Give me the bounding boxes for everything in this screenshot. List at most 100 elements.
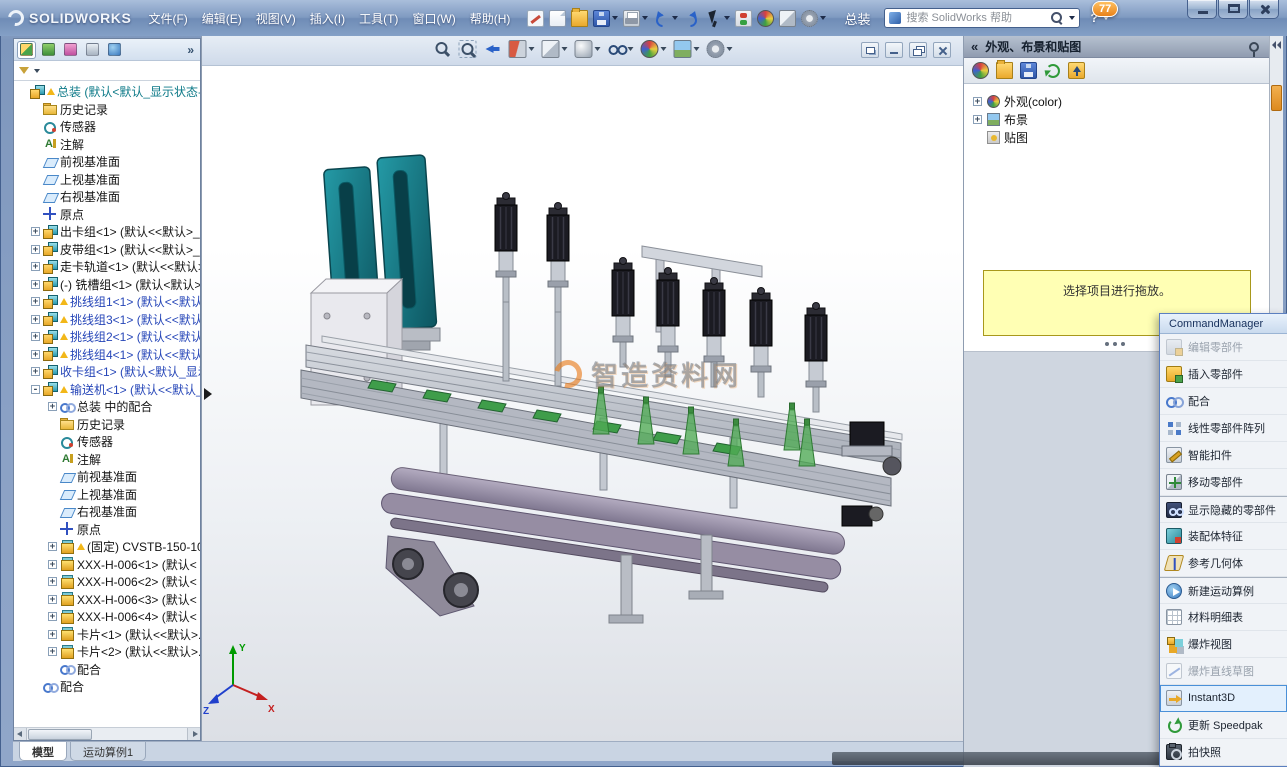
doc-minimize-icon[interactable] <box>885 42 903 58</box>
tree-item[interactable]: 原点 <box>14 206 200 224</box>
headsup-button[interactable] <box>706 40 732 58</box>
tree-item[interactable]: + 总装 中的配合 <box>14 398 200 416</box>
dropdown-caret-icon[interactable] <box>612 16 618 20</box>
menu-item[interactable]: 工具(T) <box>352 7 405 30</box>
expand-toggle-icon[interactable]: + <box>48 595 57 604</box>
expand-toggle-icon[interactable]: + <box>31 315 40 324</box>
search-input[interactable] <box>904 11 1047 25</box>
minimize-button[interactable] <box>1187 0 1217 19</box>
menu-item[interactable]: 帮助(H) <box>463 7 518 30</box>
dropdown-caret-icon[interactable] <box>660 47 666 51</box>
dropdown-caret-icon[interactable] <box>642 16 648 20</box>
resize-handle-dots[interactable] <box>1105 342 1109 346</box>
headsup-button[interactable] <box>640 40 666 58</box>
tree-item[interactable]: 右视基准面 <box>14 503 200 521</box>
model-tab[interactable]: 运动算例1 <box>70 742 146 761</box>
commandmanager-item[interactable]: 显示隐藏的零部件 <box>1160 496 1287 523</box>
expand-toggle-icon[interactable] <box>48 525 57 534</box>
commandmanager-item[interactable]: 新建运动算例 <box>1160 577 1287 604</box>
panel-tab[interactable] <box>39 41 58 59</box>
tree-item[interactable]: 配合 <box>14 678 200 696</box>
tree-item[interactable]: + 皮带组<1> (默认<<默认>_显示 <box>14 241 200 259</box>
tree-item[interactable]: 传感器 <box>14 433 200 451</box>
viewport[interactable]: Y X Z 智造资料网 <box>201 36 963 741</box>
taskpane-tree-item[interactable]: 贴图 <box>964 128 1269 146</box>
expand-toggle-icon[interactable] <box>973 133 982 142</box>
filter-caret-icon[interactable] <box>34 69 40 73</box>
tree-item[interactable]: 历史记录 <box>14 101 200 119</box>
toolbar-button[interactable] <box>547 6 568 30</box>
commandmanager-item[interactable]: 智能扣件 <box>1160 442 1287 469</box>
scroll-right-icon[interactable] <box>187 728 200 740</box>
tree-item[interactable]: + 走卡轨道<1> (默认<<默认>_显 <box>14 258 200 276</box>
headsup-button[interactable] <box>607 40 633 58</box>
toolbar-button[interactable] <box>799 6 828 30</box>
tree-item[interactable]: + 出卡组<1> (默认<<默认>_显示 <box>14 223 200 241</box>
expand-toggle-icon[interactable] <box>18 87 27 96</box>
tree-item[interactable]: 右视基准面 <box>14 188 200 206</box>
headsup-button[interactable] <box>574 40 600 58</box>
scrollbar-thumb[interactable] <box>1271 85 1282 111</box>
expand-toggle-icon[interactable] <box>48 455 57 464</box>
headsup-button[interactable] <box>458 40 476 58</box>
headsup-button[interactable] <box>541 40 567 58</box>
expand-toggle-icon[interactable] <box>48 437 57 446</box>
expand-toggle-icon[interactable] <box>31 140 40 149</box>
scrollbar-thumb[interactable] <box>28 729 92 740</box>
expand-toggle-icon[interactable]: + <box>973 115 982 124</box>
commandmanager-item[interactable]: Instant3D <box>1160 685 1287 712</box>
scroll-left-icon[interactable] <box>14 728 27 740</box>
expand-toggle-icon[interactable]: + <box>31 262 40 271</box>
commandmanager-item[interactable]: 插入零部件 <box>1160 361 1287 388</box>
taskpane-collapse-button[interactable]: « <box>971 39 978 54</box>
panel-tab[interactable] <box>83 41 102 59</box>
tree-item[interactable]: + 收卡组<1> (默认<默认_显示 <box>14 363 200 381</box>
dropdown-caret-icon[interactable] <box>627 47 633 51</box>
search-icon[interactable] <box>1050 11 1064 25</box>
toolbar-button[interactable] <box>621 6 650 30</box>
dropdown-caret-icon[interactable] <box>693 47 699 51</box>
dropdown-caret-icon[interactable] <box>528 47 534 51</box>
headsup-button[interactable] <box>483 40 501 58</box>
tree-item[interactable]: + 卡片<2> (默认<<默认>... <box>14 643 200 661</box>
expand-toggle-icon[interactable] <box>31 122 40 131</box>
headsup-button[interactable] <box>508 40 534 58</box>
tree-item[interactable]: 前视基准面 <box>14 153 200 171</box>
expand-toggle-icon[interactable] <box>31 210 40 219</box>
expand-toggle-icon[interactable]: + <box>48 402 57 411</box>
toolbar-button[interactable] <box>591 6 620 30</box>
tree-flyout-arrow[interactable] <box>204 388 212 400</box>
search-box[interactable] <box>884 8 1080 28</box>
save-archive-icon[interactable] <box>1020 62 1037 79</box>
tree-item[interactable]: 原点 <box>14 521 200 539</box>
expand-toggle-icon[interactable]: + <box>31 332 40 341</box>
tree-item[interactable]: + 卡片<1> (默认<<默认>... <box>14 626 200 644</box>
expand-toggle-icon[interactable]: + <box>48 630 57 639</box>
tree-item[interactable]: + XXX-H-006<1> (默认< <box>14 556 200 574</box>
expand-toggle-icon[interactable] <box>48 665 57 674</box>
taskpane-tree-item[interactable]: + 布景 <box>964 110 1269 128</box>
commandmanager-item[interactable]: 参考几何体 <box>1160 550 1287 577</box>
expand-toggle-icon[interactable] <box>48 420 57 429</box>
search-dropdown-caret-icon[interactable] <box>1069 16 1075 20</box>
commandmanager-item[interactable]: 爆炸视图 <box>1160 631 1287 658</box>
tree-item[interactable]: + XXX-H-006<2> (默认< <box>14 573 200 591</box>
commandmanager-item[interactable]: 移动零部件 <box>1160 469 1287 496</box>
dropdown-caret-icon[interactable] <box>594 47 600 51</box>
tree-item[interactable]: - 输送机<1> (默认<<默认_... <box>14 381 200 399</box>
dropdown-caret-icon[interactable] <box>724 16 730 20</box>
expand-toggle-icon[interactable] <box>31 105 40 114</box>
panel-tabs-overflow-button[interactable]: » <box>184 43 197 57</box>
expand-toggle-icon[interactable]: + <box>31 367 40 376</box>
commandmanager-item[interactable]: 配合 <box>1160 388 1287 415</box>
tree-item[interactable]: + 挑线组3<1> (默认<<默认 <box>14 311 200 329</box>
tree-item[interactable]: 注解 <box>14 451 200 469</box>
tree-item[interactable]: + 挑线组4<1> (默认<<默认 <box>14 346 200 364</box>
toolbar-button[interactable] <box>703 6 732 30</box>
tree-item[interactable]: + (-) 铣槽组<1> (默认<默认>_显示状 <box>14 276 200 294</box>
model-tab[interactable]: 模型 <box>19 742 67 761</box>
menu-item[interactable]: 视图(V) <box>249 7 303 30</box>
dropdown-caret-icon[interactable] <box>561 47 567 51</box>
expand-toggle-icon[interactable]: + <box>48 647 57 656</box>
menu-item[interactable]: 编辑(E) <box>195 7 249 30</box>
